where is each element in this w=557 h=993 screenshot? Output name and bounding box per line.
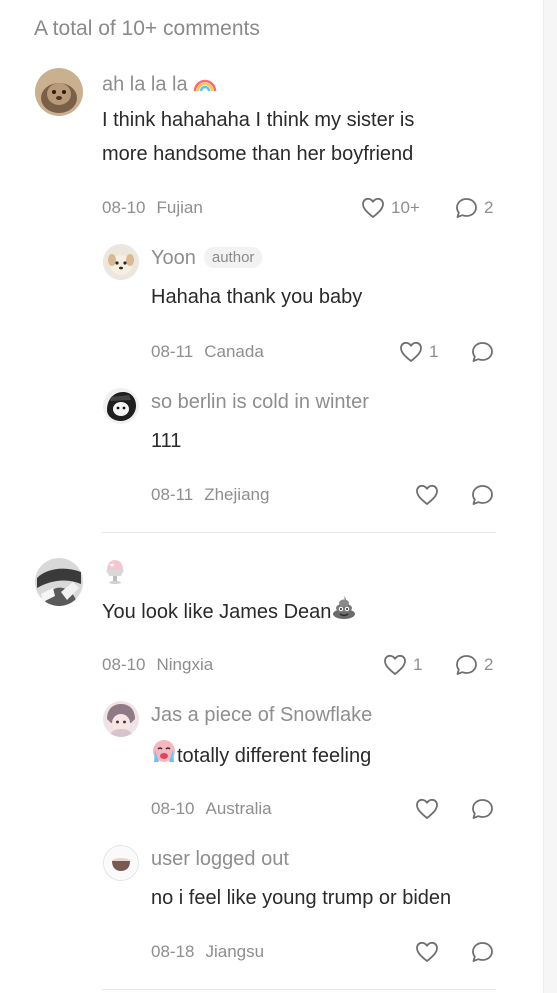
comment-date: 08-18	[151, 942, 195, 961]
comment-date: 08-11	[151, 342, 194, 361]
heart-outline-icon	[400, 341, 422, 362]
heart-outline-icon	[384, 654, 406, 675]
comment-location: Australia	[205, 799, 272, 818]
like-button[interactable]	[415, 798, 439, 820]
heart-outline-icon	[416, 798, 438, 819]
like-count: 1	[413, 655, 423, 674]
comment-meta: 08-10 Fujian	[102, 198, 203, 218]
comment-location: Jiangsu	[205, 942, 265, 961]
crying-emoji-icon	[151, 738, 177, 775]
comment-text[interactable]: totally different feeling	[151, 738, 371, 775]
comment-meta: 08-18 Jiangsu	[151, 942, 264, 962]
reply-button[interactable]	[471, 941, 494, 963]
comment-text[interactable]: I think hahahaha I think my sister is mo…	[102, 103, 414, 171]
author-badge: author	[203, 247, 263, 268]
reply-count: 2	[484, 655, 494, 674]
comment-date: 08-10	[102, 655, 146, 674]
speech-bubble-icon	[472, 485, 493, 505]
reply-button[interactable]	[471, 341, 494, 363]
comment-meta: 08-11 Zhejiang	[151, 485, 269, 505]
username-text: Yoon	[151, 247, 196, 269]
comment-username[interactable]: Yoon author	[151, 247, 263, 270]
comment-text-content: totally different feeling	[177, 744, 372, 767]
heart-outline-icon	[416, 941, 438, 962]
comment-text-line: I think hahahaha I think my sister is	[102, 109, 415, 131]
comment-text-line: more handsome than her boyfriend	[102, 143, 414, 165]
comment-username[interactable]	[102, 557, 128, 591]
comment-total: A total of 10+ comments	[34, 17, 260, 40]
comment-location: Canada	[204, 342, 264, 361]
comment-text[interactable]: You look like James Dean	[102, 594, 357, 631]
avatar[interactable]	[103, 701, 139, 737]
reply-button[interactable]	[471, 798, 494, 820]
like-button[interactable]: 10+	[361, 197, 420, 219]
heart-outline-icon	[416, 484, 438, 505]
like-button[interactable]	[415, 484, 439, 506]
speech-bubble-icon	[472, 942, 493, 962]
comment-divider	[102, 532, 496, 533]
comment-username[interactable]: Jas a piece of Snowflake	[151, 704, 372, 727]
scroll-edge	[543, 0, 557, 993]
speech-bubble-icon	[472, 342, 493, 362]
shaved-ice-emoji-icon	[102, 557, 128, 591]
comment-location: Fujian	[156, 198, 203, 217]
reply-count: 2	[484, 198, 494, 217]
avatar[interactable]	[35, 558, 83, 606]
comment-text[interactable]: no i feel like young trump or biden	[151, 881, 451, 915]
comment-divider	[102, 989, 496, 990]
comment-username[interactable]: ah la la la	[102, 71, 217, 99]
username-text: user logged out	[151, 848, 289, 870]
comment-username[interactable]: so berlin is cold in winter	[151, 391, 369, 414]
like-button[interactable]: 1	[399, 341, 438, 363]
like-count: 1	[429, 342, 439, 361]
comment-date: 08-10	[102, 198, 146, 217]
avatar[interactable]	[35, 68, 83, 116]
like-button[interactable]: 1	[383, 654, 422, 676]
comment-text[interactable]: 111	[151, 424, 181, 458]
username-text: so berlin is cold in winter	[151, 391, 369, 413]
comment-date: 08-11	[151, 485, 194, 504]
avatar[interactable]	[103, 845, 139, 881]
like-count: 10+	[391, 198, 420, 217]
comment-username[interactable]: user logged out	[151, 848, 289, 871]
speech-bubble-icon	[456, 198, 477, 218]
heart-outline-icon	[362, 197, 384, 218]
like-button[interactable]	[415, 941, 439, 963]
username-text: Jas a piece of Snowflake	[151, 704, 373, 726]
poop-emoji-icon	[331, 594, 357, 631]
comment-meta: 08-10 Australia	[151, 799, 272, 819]
comment-meta: 08-11 Canada	[151, 342, 264, 362]
comment-text[interactable]: Hahaha thank you baby	[151, 280, 362, 314]
comment-text-content: You look like James Dean	[102, 600, 332, 623]
rainbow-emoji-icon	[193, 71, 217, 99]
comment-date: 08-10	[151, 799, 195, 818]
comment-location: Zhejiang	[204, 485, 270, 504]
comment-location: Ningxia	[156, 655, 214, 674]
avatar[interactable]	[103, 388, 139, 424]
reply-button[interactable]: 2	[455, 197, 493, 219]
avatar[interactable]	[103, 244, 139, 280]
reply-button[interactable]	[471, 484, 494, 506]
username-text: ah la la la	[102, 73, 188, 96]
speech-bubble-icon	[472, 799, 493, 819]
reply-button[interactable]: 2	[455, 654, 493, 676]
speech-bubble-icon	[456, 655, 477, 675]
comment-meta: 08-10 Ningxia	[102, 655, 213, 675]
